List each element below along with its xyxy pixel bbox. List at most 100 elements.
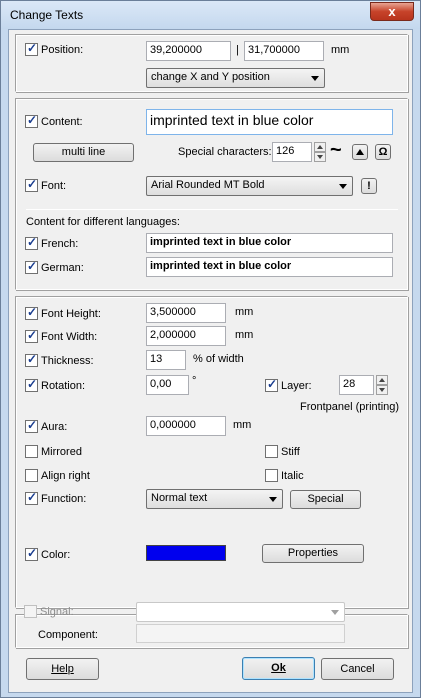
font-checkbox[interactable] (25, 177, 38, 192)
omega-button[interactable]: Ω (375, 144, 391, 160)
chevron-down-icon (269, 497, 277, 502)
font-select[interactable]: Arial Rounded MT Bold (146, 176, 353, 196)
french-input[interactable]: imprinted text in blue color (146, 233, 393, 253)
ok-label: Ok (271, 662, 286, 674)
position-y-input[interactable]: 31,700000 (244, 41, 324, 61)
italic-label: Italic (281, 470, 304, 482)
change-texts-window: Change Texts x Position: 39,200000 | 31,… (0, 0, 421, 698)
position-group: Position: 39,200000 | 31,700000 mm chang… (15, 34, 408, 92)
content-checkbox[interactable] (25, 113, 38, 128)
tilde-icon[interactable]: ~ (330, 139, 342, 162)
position-unit: mm (331, 44, 350, 56)
layer-checkbox[interactable] (265, 377, 278, 392)
position-mode-value: change X and Y position (151, 71, 270, 83)
font-height-checkbox[interactable] (25, 305, 38, 320)
aura-input[interactable]: 0,000000 (146, 416, 226, 436)
italic-checkbox[interactable] (265, 469, 278, 482)
content-group: Content: imprinted text in blue color mu… (15, 98, 408, 290)
chevron-down-icon (339, 184, 347, 189)
layer-label: Layer: (281, 380, 312, 392)
multi-line-button[interactable]: multi line (33, 143, 134, 162)
align-right-label: Align right (41, 470, 90, 482)
color-swatch[interactable] (146, 545, 226, 561)
chevron-down-icon (331, 610, 339, 615)
component-label: Component: (38, 629, 98, 641)
layer-spinner[interactable] (376, 375, 388, 395)
close-button[interactable]: x (370, 2, 414, 21)
signal-label: Signal: (40, 606, 74, 618)
layer-description: Frontpanel (printing) (300, 401, 400, 413)
position-mode-select[interactable]: change X and Y position (146, 68, 325, 88)
help-button[interactable]: Help (26, 658, 99, 680)
font-width-checkbox[interactable] (25, 328, 38, 343)
position-checkbox[interactable] (25, 41, 38, 56)
mirrored-label: Mirrored (41, 446, 82, 458)
signal-area: Signal: Component: (15, 602, 408, 650)
german-label: German: (41, 262, 84, 274)
languages-heading: Content for different languages: (26, 216, 180, 228)
ok-button[interactable]: Ok (242, 657, 315, 680)
content-label: Content: (41, 116, 83, 128)
align-right-checkbox[interactable] (25, 469, 38, 482)
cancel-button[interactable]: Cancel (321, 658, 394, 680)
function-select[interactable]: Normal text (146, 489, 283, 509)
rotation-unit: ° (192, 375, 197, 387)
position-label: Position: (41, 44, 84, 56)
font-warning-button[interactable]: ! (361, 178, 377, 194)
function-label: Function: (41, 493, 87, 505)
font-value: Arial Rounded MT Bold (151, 179, 265, 191)
function-checkbox[interactable] (25, 490, 38, 505)
signal-select[interactable] (136, 602, 345, 622)
french-checkbox[interactable] (25, 235, 38, 250)
special-button[interactable]: Special (290, 490, 361, 509)
triangle-up-icon (356, 149, 364, 155)
font-height-input[interactable]: 3,500000 (146, 303, 226, 323)
stiff-label: Stiff (281, 446, 300, 458)
thickness-checkbox[interactable] (25, 352, 38, 367)
german-checkbox[interactable] (25, 259, 38, 274)
component-input (136, 624, 345, 643)
thickness-input[interactable]: 13 (146, 350, 186, 370)
font-width-unit: mm (235, 329, 254, 341)
rotation-input[interactable]: 0,00 (146, 375, 189, 395)
german-input[interactable]: imprinted text in blue color (146, 257, 393, 277)
layer-input[interactable]: 28 (339, 375, 374, 395)
rotation-label: Rotation: (41, 380, 86, 392)
aura-unit: mm (233, 419, 252, 431)
spin-down-icon[interactable] (376, 385, 388, 395)
window-title: Change Texts (10, 8, 84, 22)
special-characters-input[interactable]: 126 (272, 142, 312, 162)
font-height-label: Font Height: (41, 308, 101, 320)
thickness-label: Thickness: (41, 355, 94, 367)
font-width-label: Font Width: (41, 331, 98, 343)
chevron-down-icon (311, 76, 319, 81)
title-bar: Change Texts x (1, 1, 420, 29)
spin-up-icon[interactable] (314, 142, 326, 152)
rotation-checkbox[interactable] (25, 377, 38, 392)
position-x-input[interactable]: 39,200000 (146, 41, 231, 61)
insert-char-button[interactable] (352, 144, 368, 160)
properties-group: Font Height: 3,500000 mm Font Width: 2,0… (15, 296, 408, 608)
dialog-body: Position: 39,200000 | 31,700000 mm chang… (8, 29, 413, 693)
mirrored-checkbox[interactable] (25, 445, 38, 458)
special-characters-label: Special characters: (178, 146, 272, 158)
color-checkbox[interactable] (25, 546, 38, 561)
aura-checkbox[interactable] (25, 418, 38, 433)
content-input[interactable]: imprinted text in blue color (146, 109, 393, 135)
cancel-label: Cancel (340, 663, 375, 675)
spin-down-icon[interactable] (314, 152, 326, 162)
help-label: Help (51, 663, 74, 675)
properties-button[interactable]: Properties (262, 544, 364, 563)
signal-checkbox[interactable] (24, 605, 37, 618)
aura-label: Aura: (41, 421, 68, 433)
spin-up-icon[interactable] (376, 375, 388, 385)
function-value: Normal text (151, 492, 208, 504)
divider (26, 209, 398, 210)
french-label: French: (41, 238, 79, 250)
stiff-checkbox[interactable] (265, 445, 278, 458)
position-separator: | (236, 44, 239, 56)
font-label: Font: (41, 180, 67, 192)
special-characters-spinner[interactable] (314, 142, 326, 162)
thickness-unit: % of width (193, 353, 244, 365)
font-width-input[interactable]: 2,000000 (146, 326, 226, 346)
